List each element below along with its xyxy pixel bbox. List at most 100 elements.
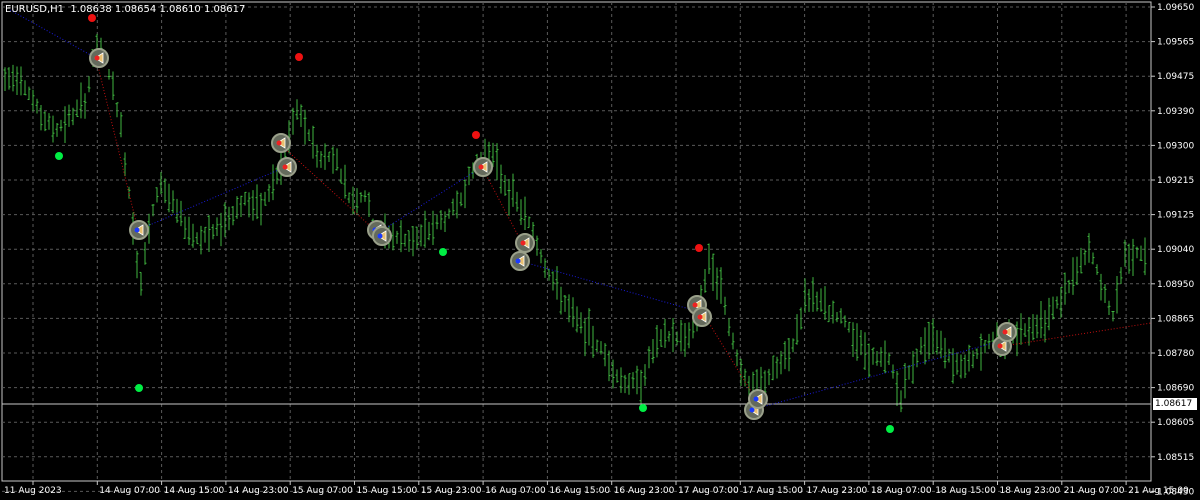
ohlc-bar (191, 223, 195, 248)
ohlc-bar (403, 233, 407, 247)
ohlc-bar (175, 198, 179, 223)
ohlc-bar (627, 373, 631, 395)
ohlc-bar (363, 190, 367, 202)
ohlc-bar (1103, 284, 1107, 303)
price-tick-label: 1.08605 (1157, 418, 1194, 428)
ohlc-bar (7, 67, 11, 90)
sell-arrow-marker-icon[interactable] (515, 233, 535, 253)
ohlc-bar (259, 192, 263, 226)
price-tick-label: 1.08950 (1157, 280, 1194, 290)
ohlc-bar (187, 216, 191, 245)
zigzag-down-segment (1003, 322, 1152, 347)
zigzag-up-segment (754, 339, 1005, 410)
ohlc-bar (299, 104, 303, 128)
ohlc-bar (1127, 243, 1131, 274)
time-tick-label: 18 Aug 15:00 (935, 486, 996, 496)
ohlc-bar (659, 329, 663, 347)
ohlc-bar (143, 242, 147, 265)
ohlc-bar (1043, 310, 1047, 343)
buy-arrow-marker-icon[interactable] (129, 220, 149, 240)
sell-signal-dot-icon (88, 14, 96, 22)
ohlc-bar (55, 123, 59, 137)
ohlc-bar (719, 267, 723, 304)
buy-arrow-marker-icon[interactable] (372, 226, 392, 246)
ohlc-bar (155, 187, 159, 203)
ohlc-bar (791, 338, 795, 353)
time-tick-label: 21 Aug 07:00 (1064, 486, 1125, 496)
ohlc-bar (251, 190, 255, 221)
ohlc-bar (339, 168, 343, 184)
ohlc-bar (163, 178, 167, 204)
ohlc-bar (823, 286, 827, 320)
ohlc-bar (231, 206, 235, 226)
ohlc-bar (31, 89, 35, 112)
ohlc-bar (35, 98, 39, 114)
ohlc-bar (79, 82, 83, 119)
ohlc-bar (939, 330, 943, 359)
price-tick-label: 1.09475 (1157, 72, 1194, 82)
sell-arrow-marker-icon[interactable] (692, 307, 712, 327)
ohlc-bar (955, 353, 959, 375)
ohlc-bar (923, 327, 927, 365)
ohlc-bar (291, 107, 295, 135)
ohlc-bar (507, 178, 511, 216)
time-tick-label: 16 Aug 15:00 (549, 486, 610, 496)
ohlc-bar (743, 368, 747, 387)
ohlc-bar (731, 332, 735, 350)
ohlc-bar (271, 164, 275, 201)
ohlc-bar (27, 86, 31, 100)
sell-arrow-marker-icon[interactable] (89, 48, 109, 68)
zigzag-down-segment (95, 57, 139, 231)
price-chart[interactable]: 1.09650 1.09565 1.09475 1.09390 1.09300 1.092… (0, 0, 1200, 500)
ohlc-bar (327, 151, 331, 163)
ohlc-bar (1027, 317, 1031, 346)
sell-signal-dot-icon (695, 244, 703, 252)
buy-signal-dot-icon (135, 384, 143, 392)
ohlc-bar (239, 195, 243, 218)
ohlc-bar (219, 212, 223, 247)
time-tick-label: 14 Aug 23:00 (228, 486, 289, 496)
sell-arrow-marker-icon[interactable] (271, 133, 291, 153)
chart-window[interactable]: 1.09650 1.09565 1.09475 1.09390 1.09300 1.092… (0, 0, 1200, 500)
ohlc-bar (519, 199, 523, 225)
ohlc-bar (883, 340, 887, 374)
ohlc-bar (619, 367, 623, 393)
ohlc-bar (839, 308, 843, 324)
ohlc-bar (1075, 256, 1079, 286)
buy-arrow-marker-icon[interactable] (510, 251, 530, 271)
ohlc-bar (819, 288, 823, 312)
time-tick-label: 18 Aug 23:00 (1000, 486, 1061, 496)
sell-arrow-marker-icon[interactable] (277, 157, 297, 177)
ohlc-bar (1115, 276, 1119, 314)
ohlc-bar (407, 230, 411, 252)
ohlc-bar (235, 196, 239, 219)
ohlc-bar (411, 225, 415, 257)
ohlc-bar (827, 305, 831, 323)
ohlc-bar (583, 318, 587, 357)
ohlc-quote: 1.08638 1.08654 1.08610 1.08617 (70, 4, 246, 15)
time-tick-label: 15 Aug 07:00 (292, 486, 353, 496)
ohlc-bar (367, 192, 371, 217)
ohlc-bar (831, 300, 835, 324)
ohlc-bar (647, 346, 651, 369)
ohlc-bar (215, 217, 219, 236)
ohlc-bar (39, 105, 43, 131)
ohlc-bar (835, 311, 839, 323)
ohlc-bar (399, 220, 403, 253)
ohlc-bar (599, 341, 603, 355)
sell-arrow-marker-icon[interactable] (997, 322, 1017, 342)
ohlc-bar (787, 338, 791, 372)
ohlc-bar (199, 225, 203, 255)
buy-signal-dot-icon (639, 404, 647, 412)
time-tick-label: 21 Aug 15:00 (1128, 486, 1189, 496)
ohlc-bar (115, 102, 119, 118)
ohlc-bar (1143, 237, 1147, 276)
ohlc-bar (1063, 272, 1067, 305)
sell-arrow-marker-icon[interactable] (473, 157, 493, 177)
ohlc-bar (547, 268, 551, 281)
ohlc-bar (527, 216, 531, 229)
ohlc-bar (183, 216, 187, 239)
buy-arrow-marker-icon[interactable] (748, 389, 768, 409)
ohlc-bar (775, 356, 779, 379)
ohlc-bar (3, 67, 7, 91)
